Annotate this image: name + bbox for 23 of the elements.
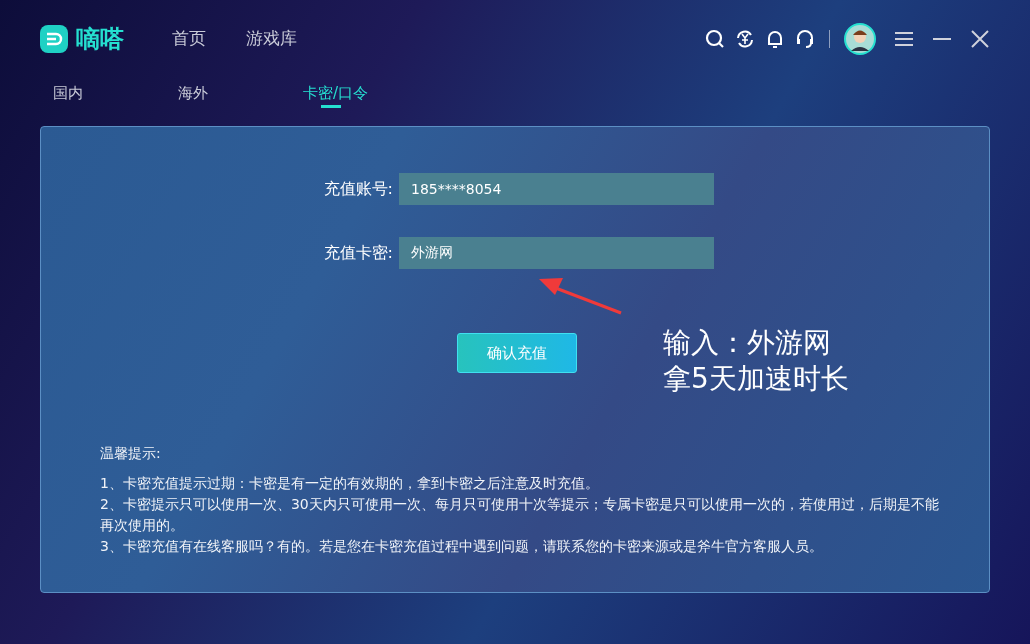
close-icon[interactable] — [970, 29, 990, 49]
tip-text: 3、卡密充值有在线客服吗？有的。若是您在卡密充值过程中遇到问题，请联系您的卡密来源或是斧牛官方客服人员。 — [100, 537, 824, 556]
annotation-text: 输入：外游网 — [663, 325, 832, 361]
nav-link[interactable]: 首页 — [172, 26, 206, 52]
logo-text: 嘀嗒 — [76, 24, 124, 55]
tab[interactable]: 海外 — [178, 78, 303, 108]
yen-refresh-icon[interactable] — [735, 29, 755, 49]
search-icon[interactable] — [705, 29, 725, 49]
logo-icon — [40, 25, 68, 53]
nav-link[interactable]: 游戏库 — [246, 26, 297, 52]
headset-icon[interactable] — [795, 29, 815, 49]
tip-text: 2、卡密提示只可以使用一次、30天内只可使用一次、每月只可使用十次等提示；专属卡密是只可以使用一次的，若使用过，后期是不能再次使用的。 — [100, 495, 940, 535]
tips-title: 温馨提示: — [100, 444, 162, 463]
field-label: 充值账号: — [322, 178, 394, 200]
avatar-icon[interactable] — [844, 23, 876, 55]
bell-icon[interactable] — [765, 29, 785, 49]
input-field[interactable]: 185****8054 — [399, 173, 714, 205]
input-field[interactable]: 外游网 — [399, 237, 714, 269]
tip-text: 1、卡密充值提示过期：卡密是有一定的有效期的，拿到卡密之后注意及时充值。 — [100, 474, 600, 493]
field-label: 充值卡密: — [322, 242, 394, 264]
annotation-text: 拿5天加速时长 — [663, 361, 849, 397]
menu-icon[interactable] — [894, 29, 914, 49]
tab[interactable]: 国内 — [53, 78, 178, 108]
